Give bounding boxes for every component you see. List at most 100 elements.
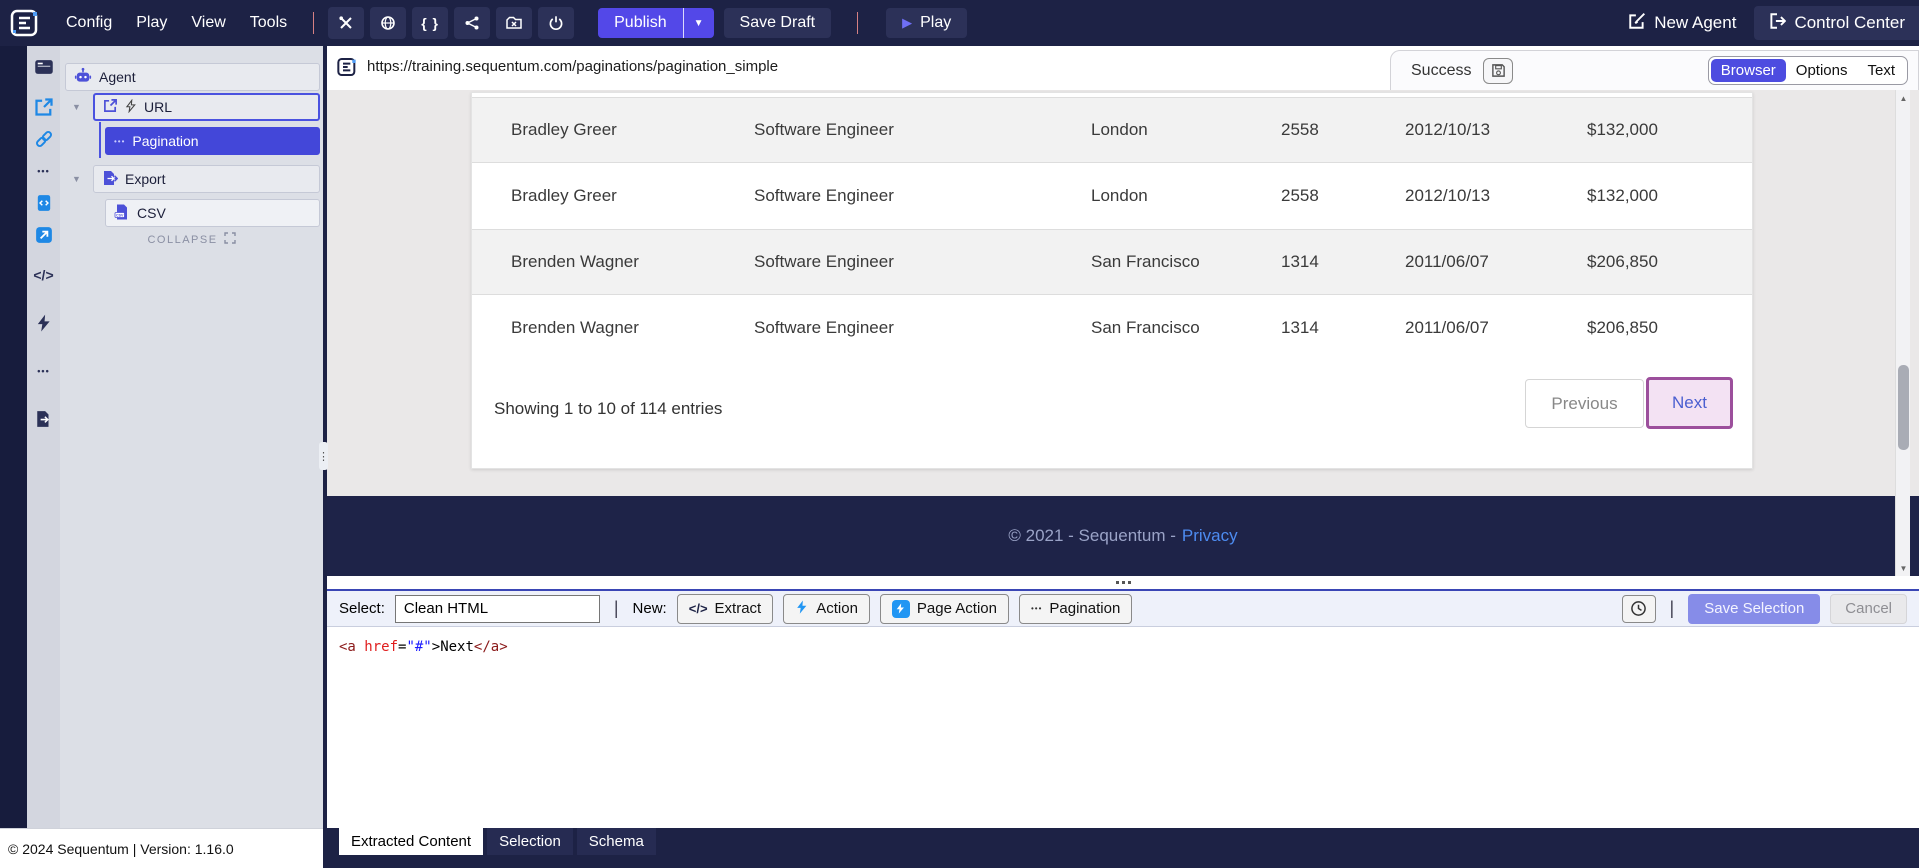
tab-extracted-content[interactable]: Extracted Content <box>339 828 483 855</box>
browser-view-tabs: Browser Options Text <box>1708 56 1908 85</box>
svg-text:CSV: CSV <box>116 213 124 217</box>
next-page-button-selected[interactable]: Next <box>1646 377 1733 429</box>
panel-drag-handle[interactable]: ⋮ <box>319 442 328 470</box>
cancel-button[interactable]: Cancel <box>1830 594 1907 624</box>
run-status-panel: Success Browser Options Text <box>1390 50 1919 90</box>
tree-node-csv[interactable]: CSV CSV <box>105 199 320 227</box>
new-pagination-button[interactable]: ••• Pagination <box>1019 594 1132 624</box>
export-file-icon[interactable] <box>31 406 57 432</box>
table-row[interactable]: Brenden Wagner Software Engineer San Fra… <box>472 229 1752 295</box>
lightning-icon[interactable] <box>31 310 57 336</box>
footer-copyright: © 2021 - Sequentum - <box>1008 526 1176 546</box>
tree-node-export[interactable]: Export <box>93 165 320 193</box>
export-arrow-icon <box>102 170 118 189</box>
previous-page-button[interactable]: Previous <box>1525 379 1644 428</box>
open-external-icon[interactable] <box>31 222 57 248</box>
history-clock-icon[interactable] <box>1622 595 1656 623</box>
selection-panel: Select: | New: </> Extract Action <box>327 589 1919 868</box>
share-network-icon[interactable] <box>454 7 490 39</box>
app-status-bar: © 2024 Sequentum | Version: 1.16.0 <box>0 828 323 868</box>
web-page-footer: © 2021 - Sequentum - Privacy <box>327 496 1919 576</box>
more-dots-icon[interactable]: ••• <box>31 358 57 384</box>
folder-close-icon[interactable] <box>496 7 532 39</box>
save-selection-button[interactable]: Save Selection <box>1688 594 1820 624</box>
lightning-icon <box>795 599 809 619</box>
privacy-link[interactable]: Privacy <box>1182 526 1238 546</box>
table-row[interactable]: Brenden Wagner Software Engineer San Fra… <box>472 295 1752 361</box>
menu-view[interactable]: View <box>191 14 225 32</box>
save-draft-button[interactable]: Save Draft <box>724 8 832 38</box>
tab-options[interactable]: Options <box>1786 59 1858 82</box>
cell-salary: $132,000 <box>1587 186 1752 206</box>
scroll-down-arrow-icon[interactable]: ▼ <box>1896 560 1911 576</box>
external-link-icon <box>103 98 118 116</box>
browser-workspace: https://training.sequentum.com/paginatio… <box>327 46 1919 868</box>
browser-window-icon[interactable] <box>31 54 57 80</box>
tools-wrench-icon[interactable] <box>328 7 364 39</box>
scroll-up-arrow-icon[interactable]: ▲ <box>1896 90 1911 106</box>
file-code-icon[interactable] <box>31 190 57 216</box>
extracted-content-view: <a href="#">Next</a> <box>327 627 1919 828</box>
more-dots-icon[interactable]: ••• <box>31 158 57 184</box>
new-action-button[interactable]: Action <box>783 594 870 624</box>
cell-position: Software Engineer <box>754 252 1091 272</box>
code-token: </a> <box>474 639 508 655</box>
power-icon[interactable] <box>538 7 574 39</box>
publish-split-button[interactable]: Publish ▼ <box>598 8 713 38</box>
cell-salary: $206,850 <box>1587 318 1752 338</box>
url-collapse-caret-icon[interactable]: ▼ <box>72 102 81 112</box>
new-page-action-button[interactable]: Page Action <box>880 594 1009 624</box>
control-center-button[interactable]: Control Center <box>1754 6 1919 40</box>
expand-corners-icon <box>224 232 236 247</box>
play-agent-button[interactable]: ▶ Play <box>886 8 967 38</box>
cell-name: Brenden Wagner <box>511 318 754 338</box>
menu-tools[interactable]: Tools <box>250 14 287 32</box>
cell-position: Software Engineer <box>754 120 1091 140</box>
vertical-scrollbar[interactable]: ▲ ▼ <box>1895 90 1910 576</box>
panel-splitter-handle[interactable] <box>327 576 1919 589</box>
status-badge: Success <box>1411 62 1471 80</box>
selection-toolbar-right: | Save Selection Cancel <box>1622 594 1907 624</box>
bottom-tabs-bar: Extracted Content Selection Schema <box>327 828 1919 868</box>
code-slash-icon[interactable]: </> <box>31 262 57 288</box>
cell-extn: 2558 <box>1281 120 1405 140</box>
cell-name: Bradley Greer <box>511 120 754 140</box>
braces-icon[interactable]: { } <box>412 7 448 39</box>
collapse-tree-button[interactable]: COLLAPSE <box>60 232 323 247</box>
new-extract-button[interactable]: </> Extract <box>677 594 773 624</box>
url-address-field[interactable]: https://training.sequentum.com/paginatio… <box>367 58 778 75</box>
tab-selection[interactable]: Selection <box>487 828 573 855</box>
publish-caret-down-icon[interactable]: ▼ <box>684 18 714 29</box>
table-row[interactable]: Bradley Greer Software Engineer London 2… <box>472 97 1752 163</box>
publish-button[interactable]: Publish <box>598 14 682 32</box>
employee-table: Bradley Greer Software Engineer London 2… <box>472 93 1752 361</box>
tab-text[interactable]: Text <box>1857 59 1905 82</box>
tab-browser[interactable]: Browser <box>1711 59 1786 82</box>
cell-start-date: 2012/10/13 <box>1405 120 1587 140</box>
exit-arrow-icon <box>1768 12 1786 35</box>
save-floppy-icon[interactable] <box>1483 58 1513 84</box>
left-icon-rail: ••• </> ••• <box>27 46 60 828</box>
lightning-small-icon <box>125 99 137 116</box>
menu-play[interactable]: Play <box>136 14 167 32</box>
tree-node-pagination-selected[interactable]: ••• Pagination <box>105 127 320 155</box>
cell-extn: 1314 <box>1281 252 1405 272</box>
globe-icon[interactable] <box>370 7 406 39</box>
tab-schema[interactable]: Schema <box>577 828 656 855</box>
agent-tree-panel: Agent ▼ URL ••• Pagination ▼ Export CSV <box>60 46 323 828</box>
export-collapse-caret-icon[interactable]: ▼ <box>72 174 81 184</box>
table-row[interactable]: Bradley Greer Software Engineer London 2… <box>472 163 1752 229</box>
tree-node-agent[interactable]: Agent <box>65 63 320 91</box>
link-chain-icon[interactable] <box>31 126 57 152</box>
tree-node-url[interactable]: URL <box>93 93 320 121</box>
cell-salary: $206,850 <box>1587 252 1752 272</box>
code-token: > <box>432 639 440 655</box>
menu-config[interactable]: Config <box>66 14 112 32</box>
scrollbar-thumb[interactable] <box>1898 365 1909 450</box>
select-mode-input[interactable] <box>395 595 600 623</box>
new-agent-button[interactable]: New Agent <box>1628 12 1736 35</box>
open-url-icon[interactable] <box>31 94 57 120</box>
cell-extn: 1314 <box>1281 318 1405 338</box>
cell-extn: 2558 <box>1281 186 1405 206</box>
csv-file-icon: CSV <box>114 204 130 223</box>
